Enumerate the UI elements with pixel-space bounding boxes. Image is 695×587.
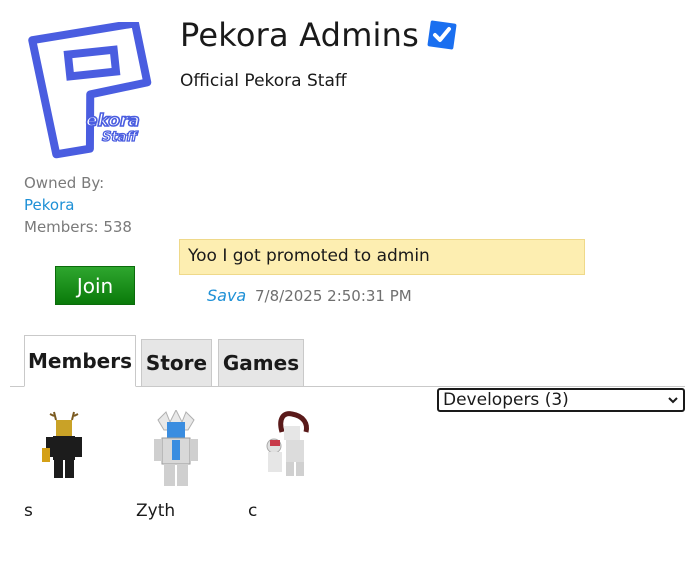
member-card[interactable]: s	[24, 410, 124, 521]
tab-games[interactable]: Games	[218, 339, 304, 387]
member-avatar	[266, 411, 309, 476]
group-header: Pekora Admins	[180, 16, 459, 54]
logo-text-top: ekora	[86, 111, 140, 131]
member-card[interactable]: Zyth	[136, 410, 236, 521]
tab-store[interactable]: Store	[141, 339, 212, 387]
member-card[interactable]: c	[248, 410, 348, 521]
member-count: Members: 538	[24, 218, 132, 236]
shout-meta: Sava 7/8/2025 2:50:31 PM	[207, 286, 412, 305]
verified-check-icon	[427, 20, 457, 50]
role-filter-value: Developers (3)	[443, 390, 569, 410]
member-avatar	[42, 411, 82, 478]
member-name: Zyth	[136, 501, 176, 521]
shout-timestamp: 7/8/2025 2:50:31 PM	[255, 287, 412, 305]
group-shout: Yoo I got promoted to admin	[179, 239, 585, 275]
shout-author-link[interactable]: Sava	[207, 286, 246, 305]
logo-text-bottom: Staff	[102, 130, 138, 145]
group-name: Pekora Admins	[180, 16, 420, 54]
role-filter-select[interactable]: Developers (3)	[437, 388, 685, 412]
member-name: c	[248, 501, 258, 521]
member-avatar	[154, 410, 198, 486]
owner-link[interactable]: Pekora	[24, 196, 74, 214]
member-name: s	[24, 501, 33, 521]
join-button[interactable]: Join	[55, 266, 135, 305]
owned-by-label: Owned By:	[24, 174, 105, 192]
group-logo: ekora Staff	[28, 22, 152, 159]
group-description: Official Pekora Staff	[180, 71, 347, 91]
tab-members[interactable]: Members	[24, 335, 136, 387]
owner-info: Owned By: Pekora Members: 538	[24, 172, 132, 238]
chevron-down-icon	[668, 397, 678, 404]
